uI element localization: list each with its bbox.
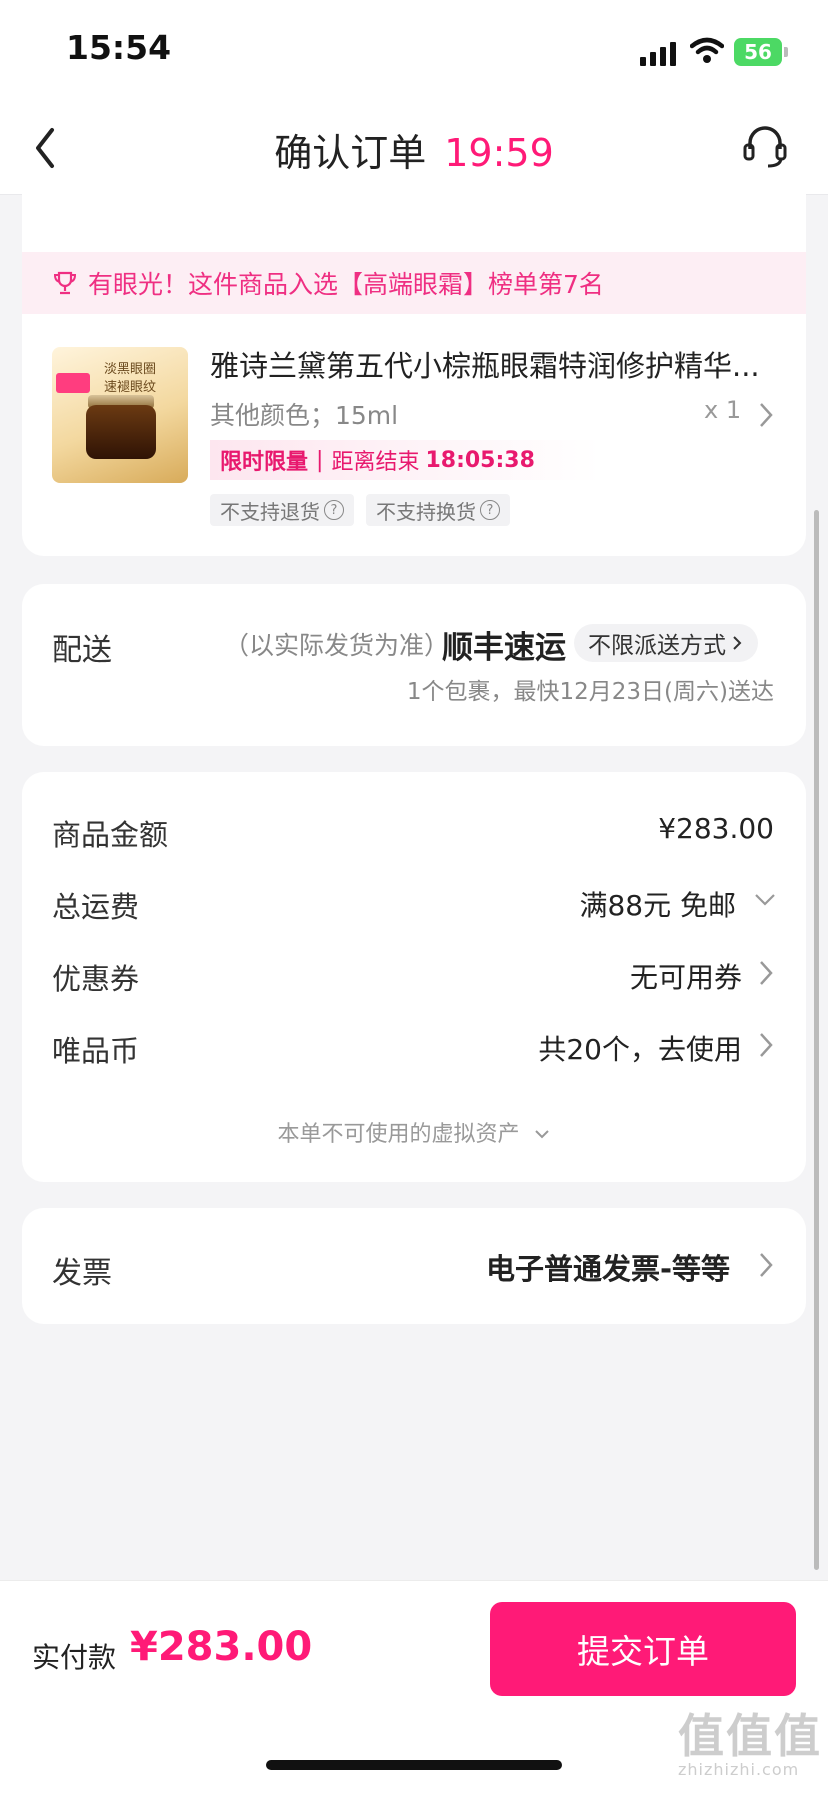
goods-amount-value: ¥283.00 xyxy=(658,812,774,845)
wifi-icon xyxy=(690,37,724,63)
virtual-assets-label: 本单不可使用的虚拟资产 xyxy=(277,1122,520,1147)
flash-sale-label: 限时限量 xyxy=(220,450,309,475)
virtual-assets-toggle[interactable]: 本单不可使用的虚拟资产 xyxy=(0,1116,828,1148)
chevron-right-icon[interactable] xyxy=(756,1250,776,1280)
jar-body xyxy=(86,405,156,459)
thumbnail-caption: 淡黑眼圈 速褪眼纹 xyxy=(104,362,157,395)
pay-label: 实付款 xyxy=(32,1641,117,1674)
tag-label: 不支持换货 xyxy=(376,499,476,524)
customer-service-icon[interactable] xyxy=(740,121,790,171)
page-title: 确认订单 19:59 xyxy=(0,122,828,177)
goods-amount-label: 商品金额 xyxy=(52,818,169,852)
order-countdown: 19:59 xyxy=(444,131,554,175)
no-exchange-tag[interactable]: 不支持换货? xyxy=(366,494,510,526)
shipping-label: 总运费 xyxy=(52,890,140,924)
coupon-label: 优惠券 xyxy=(52,962,140,996)
flash-countdown-label: 距离结束 xyxy=(331,450,420,475)
scrollbar[interactable] xyxy=(814,510,819,1570)
submit-order-button[interactable]: 提交订单 xyxy=(490,1602,796,1696)
delivery-method-selector[interactable]: 不限派送方式 xyxy=(574,624,758,662)
tag-label: 不支持退货 xyxy=(220,499,320,524)
flash-sale-separator: | xyxy=(316,447,324,473)
ranking-banner[interactable]: 有眼光！这件商品入选【高端眼霜】榜单第7名 xyxy=(22,252,806,314)
flash-sale-bar: 限时限量 | 距离结束 18:05:38 xyxy=(210,440,600,480)
chevron-right-icon[interactable] xyxy=(756,958,776,988)
thumbnail-badge xyxy=(56,373,90,393)
cellular-signal-icon xyxy=(640,42,678,66)
ranking-text: 有眼光！这件商品入选【高端眼霜】榜单第7名 xyxy=(88,270,604,299)
chevron-down-icon[interactable] xyxy=(752,890,778,910)
battery-tip xyxy=(784,47,788,57)
invoice-value[interactable]: 电子普通发票-等等 xyxy=(486,1246,730,1288)
help-icon: ? xyxy=(324,500,344,520)
delivery-note: （以实际发货为准） xyxy=(224,631,450,660)
home-indicator[interactable] xyxy=(266,1760,562,1770)
product-spec: 其他颜色；15ml xyxy=(210,401,399,430)
delivery-label: 配送 xyxy=(52,633,112,668)
vip-coin-label: 唯品币 xyxy=(52,1034,140,1068)
chevron-down-icon xyxy=(534,1130,549,1139)
delivery-method-label: 不限派送方式 xyxy=(588,633,726,659)
coupon-value[interactable]: 无可用券 xyxy=(630,956,742,996)
battery-icon: 56 xyxy=(734,38,782,66)
product-quantity: x 1 xyxy=(704,396,742,424)
courier-name: 顺丰速运 xyxy=(442,630,566,666)
invoice-label: 发票 xyxy=(52,1256,112,1291)
delivery-eta: 1个包裹，最快12月23日(周六)送达 xyxy=(406,679,774,705)
watermark-logo: 值值值 xyxy=(678,1709,822,1763)
status-time: 15:54 xyxy=(66,28,172,67)
watermark: 值值值 zhizhizhi.com xyxy=(678,1700,822,1779)
chevron-right-icon[interactable] xyxy=(756,1030,776,1060)
no-return-tag[interactable]: 不支持退货? xyxy=(210,494,354,526)
product-title[interactable]: 雅诗兰黛第五代小棕瓶眼霜特润修护精华... xyxy=(210,343,780,385)
vip-coin-value[interactable]: 共20个，去使用 xyxy=(538,1028,742,1068)
chevron-right-icon xyxy=(733,636,742,650)
flash-countdown: 18:05:38 xyxy=(425,447,535,473)
delivery-card xyxy=(22,584,806,746)
battery-level: 56 xyxy=(744,40,772,64)
help-icon: ? xyxy=(480,500,500,520)
trophy-icon xyxy=(53,271,77,295)
shipping-value[interactable]: 满88元 免邮 xyxy=(579,884,736,924)
page-title-text: 确认订单 xyxy=(274,131,427,175)
product-thumbnail[interactable]: 淡黑眼圈 速褪眼纹 xyxy=(52,347,188,483)
chevron-right-icon[interactable] xyxy=(756,400,776,430)
pay-amount: ¥283.00 xyxy=(130,1624,313,1670)
